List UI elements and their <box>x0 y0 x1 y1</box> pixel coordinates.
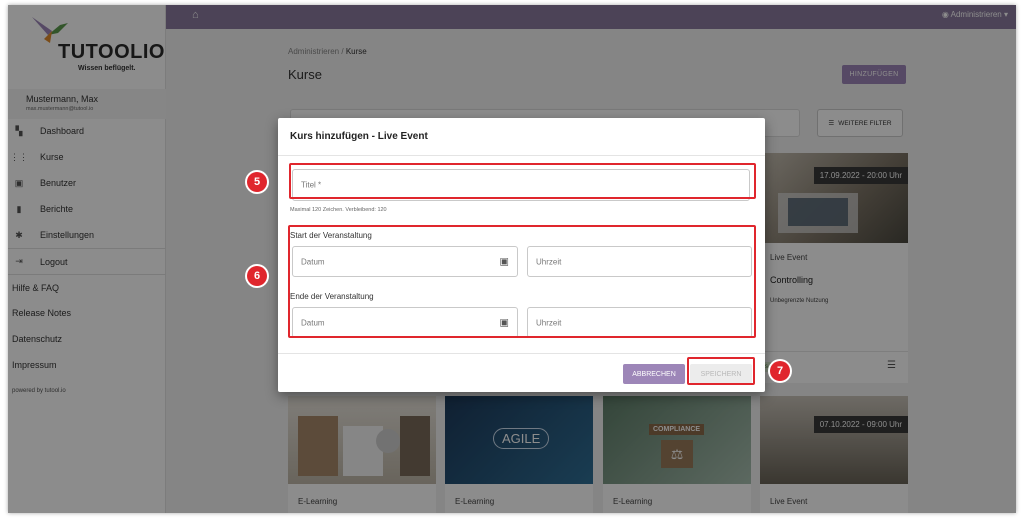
app-window: TUTOOLIO Wissen beflügelt. Mustermann, M… <box>8 5 1016 513</box>
highlight-title-field <box>289 163 756 199</box>
dialog-divider <box>278 155 765 156</box>
highlight-save-button <box>687 357 755 385</box>
dialog-title: Kurs hinzufügen - Live Event <box>290 131 428 142</box>
cancel-button[interactable]: ABBRECHEN <box>623 364 685 384</box>
step-badge-5: 5 <box>247 172 267 192</box>
step-badge-7: 7 <box>770 361 790 381</box>
dialog-footer-divider <box>278 353 765 354</box>
character-hint: Maximal 120 Zeichen. Verbleibend: 120 <box>290 207 387 213</box>
highlight-date-fields <box>288 225 756 338</box>
step-badge-6: 6 <box>247 266 267 286</box>
